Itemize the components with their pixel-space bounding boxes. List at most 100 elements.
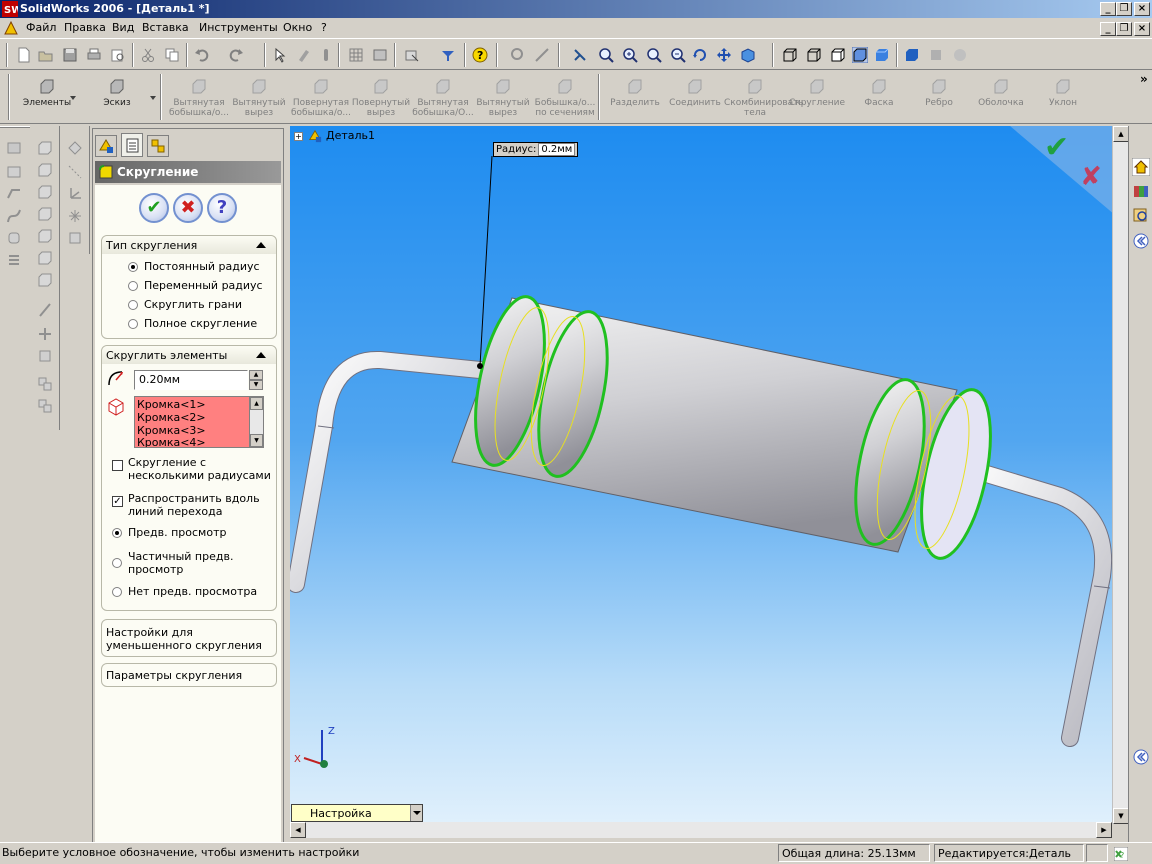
box5-icon[interactable] bbox=[37, 228, 53, 244]
graphics-area[interactable]: Z X + Деталь1 Радиус: 0.2мм ✔ ✘ Настройка bbox=[290, 126, 1128, 824]
help-button[interactable]: ? bbox=[207, 193, 237, 223]
shaded-icon[interactable] bbox=[874, 47, 890, 63]
feature-button-11[interactable]: Скомбинировать тела bbox=[724, 76, 804, 122]
edge-item-4[interactable]: Кромка<4> bbox=[137, 437, 206, 447]
measure-icon[interactable] bbox=[572, 47, 588, 63]
box2-icon[interactable] bbox=[37, 162, 53, 178]
realview-icon[interactable] bbox=[952, 47, 968, 63]
save-icon[interactable] bbox=[62, 47, 78, 63]
filter-icon[interactable] bbox=[440, 47, 456, 63]
feature-button-15[interactable]: Оболочка bbox=[970, 76, 1032, 122]
edge-item-1[interactable]: Кромка<1> bbox=[137, 398, 206, 411]
redo-icon[interactable] bbox=[228, 47, 244, 63]
vertical-scrollbar[interactable]: ▲ ▼ bbox=[1112, 126, 1129, 824]
horizontal-scrollbar[interactable]: ◀ ▶ bbox=[290, 822, 1112, 838]
feature-button-2[interactable]: Вытянутая бобышка/о... bbox=[168, 76, 230, 122]
menu-edit[interactable]: Правка bbox=[64, 21, 106, 34]
expand-pane-icon[interactable] bbox=[1132, 748, 1150, 766]
section-view-icon[interactable] bbox=[904, 47, 920, 63]
shaded-edges-icon[interactable] bbox=[852, 47, 868, 63]
feature-button-9[interactable]: Разделить bbox=[604, 76, 666, 122]
rebuild-icon[interactable] bbox=[296, 47, 312, 63]
feature-dropdown-icon[interactable] bbox=[70, 96, 76, 100]
edges-scrollbar[interactable]: ▲ ▼ bbox=[249, 397, 263, 447]
sweep-icon[interactable] bbox=[6, 186, 22, 202]
plane-icon[interactable] bbox=[37, 326, 53, 342]
zoom-fit-icon[interactable] bbox=[510, 47, 526, 63]
menu-window[interactable]: Окно bbox=[283, 21, 312, 34]
radius-spin-up[interactable]: ▲ bbox=[249, 370, 263, 380]
scroll-left-button[interactable]: ◀ bbox=[290, 822, 306, 838]
scroll-down-button[interactable]: ▼ bbox=[1113, 808, 1129, 824]
cut-icon[interactable] bbox=[140, 47, 156, 63]
toolbar-overflow-icon[interactable]: » bbox=[1140, 72, 1148, 86]
radio-constant-radius[interactable] bbox=[128, 262, 138, 272]
scroll-up-button[interactable]: ▲ bbox=[1113, 126, 1129, 142]
ref-plane-icon[interactable] bbox=[67, 140, 83, 156]
radius-callout[interactable]: Радиус: 0.2мм bbox=[493, 142, 579, 157]
radio-partial-preview[interactable] bbox=[112, 558, 122, 568]
menu-view[interactable]: Вид bbox=[112, 21, 134, 34]
feature-button-3[interactable]: Вытянутый вырез bbox=[228, 76, 290, 122]
home-icon[interactable] bbox=[1132, 158, 1150, 176]
sketch-rectangle-icon[interactable] bbox=[6, 140, 22, 156]
feature-dropdown-icon[interactable] bbox=[150, 96, 156, 100]
ok-button[interactable]: ✔ bbox=[139, 193, 169, 223]
loft-icon[interactable] bbox=[6, 230, 22, 246]
model-view[interactable]: Z X bbox=[290, 126, 1128, 824]
feature-button-8[interactable]: Бобышка/о... по сечениям bbox=[534, 76, 596, 122]
menu-help[interactable]: ? bbox=[321, 21, 327, 34]
point-icon[interactable] bbox=[67, 208, 83, 224]
dropdown-arrow-icon[interactable] bbox=[410, 805, 422, 821]
undo-icon[interactable] bbox=[194, 47, 210, 63]
radius-input[interactable]: 0.20мм bbox=[134, 370, 248, 390]
rebuild-status-icon[interactable]: ? bbox=[1114, 847, 1128, 861]
minimize-button[interactable]: _ bbox=[1100, 2, 1116, 16]
feature-button-5[interactable]: Повернутый вырез bbox=[350, 76, 412, 122]
radio-face-fillet[interactable] bbox=[128, 300, 138, 310]
draft-icon[interactable] bbox=[37, 302, 53, 318]
feature-button-12[interactable]: Скругление bbox=[786, 76, 848, 122]
pattern-icon[interactable] bbox=[37, 376, 53, 392]
propagate-checkbox[interactable]: ✓ bbox=[112, 496, 123, 507]
options-icon[interactable] bbox=[318, 47, 334, 63]
grid-icon[interactable] bbox=[348, 47, 364, 63]
tab-configuration-manager[interactable] bbox=[147, 135, 169, 157]
restore-button[interactable]: ❐ bbox=[1116, 2, 1132, 16]
menu-insert[interactable]: Вставка bbox=[142, 21, 189, 34]
mirror-icon[interactable] bbox=[37, 348, 53, 364]
zoom-out-icon[interactable] bbox=[670, 47, 686, 63]
design-library-icon[interactable] bbox=[1132, 182, 1150, 200]
new-icon[interactable] bbox=[16, 47, 32, 63]
edges-list[interactable]: Кромка<1> Кромка<2> Кромка<3> Кромка<4> … bbox=[134, 396, 264, 448]
radio-full-round[interactable] bbox=[128, 319, 138, 329]
radio-no-preview[interactable] bbox=[112, 587, 122, 597]
collapse-pane-icon[interactable] bbox=[1132, 232, 1150, 250]
feature-button-6[interactable]: Вытянутая бобышка/О... bbox=[412, 76, 474, 122]
feature-button-10[interactable]: Соединить bbox=[664, 76, 726, 122]
sketch-icon[interactable] bbox=[372, 47, 388, 63]
doc-close-button[interactable]: × bbox=[1134, 22, 1150, 36]
shell-icon[interactable] bbox=[37, 272, 53, 288]
radius-spin-down[interactable]: ▼ bbox=[249, 380, 263, 390]
feature-button-0[interactable]: Элементы bbox=[16, 76, 78, 122]
zoom-area-icon[interactable] bbox=[534, 47, 550, 63]
edge-item-3[interactable]: Кромка<3> bbox=[137, 424, 206, 437]
select-icon[interactable] bbox=[272, 47, 288, 63]
menu-tools[interactable]: Инструменты bbox=[199, 21, 278, 34]
wireframe-icon[interactable] bbox=[782, 47, 798, 63]
sketch-extrude-icon[interactable] bbox=[6, 164, 22, 180]
fillet-type-header[interactable]: Тип скругления bbox=[102, 236, 276, 254]
feature-button-4[interactable]: Повернутая бобышка/о... bbox=[290, 76, 352, 122]
radio-full-preview[interactable] bbox=[112, 528, 122, 538]
appearance-icon[interactable] bbox=[928, 47, 944, 63]
hidden-lines-removed-icon[interactable] bbox=[830, 47, 846, 63]
setback-group[interactable]: Настройки для уменьшенного скругления bbox=[101, 619, 277, 657]
box6-icon[interactable] bbox=[37, 250, 53, 266]
box-icon[interactable] bbox=[37, 140, 53, 156]
multi-radius-checkbox[interactable] bbox=[112, 460, 123, 471]
spline-icon[interactable] bbox=[6, 208, 22, 224]
open-icon[interactable] bbox=[38, 47, 54, 63]
configuration-select[interactable]: Настройка bbox=[291, 804, 423, 822]
rotate-icon[interactable] bbox=[692, 47, 708, 63]
